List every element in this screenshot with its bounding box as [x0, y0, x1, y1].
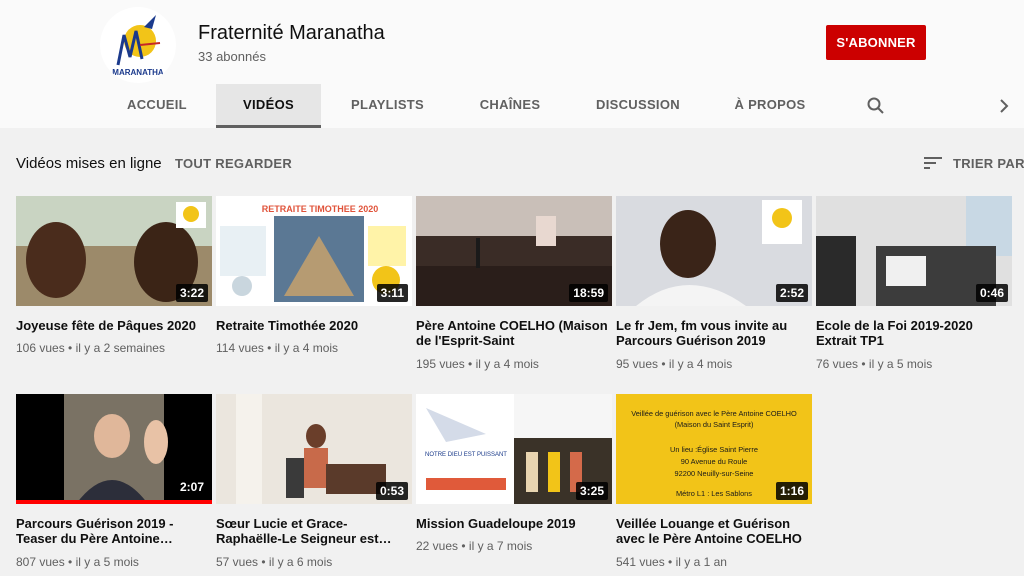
video-age: il y a 5 mois	[868, 357, 933, 371]
video-views: 106 vues	[16, 341, 65, 355]
svg-text:Un lieu :Église Saint Pierre: Un lieu :Église Saint Pierre	[670, 445, 758, 454]
svg-text:Métro L1 : Les Sablons: Métro L1 : Les Sablons	[676, 489, 752, 498]
video-title[interactable]: Père Antoine COELHO (Maison de l'Esprit-…	[416, 318, 612, 348]
video-title[interactable]: Parcours Guérison 2019 - Teaser du Père …	[16, 516, 212, 546]
video-thumbnail[interactable]: 2:07	[16, 394, 212, 504]
video-duration: 0:53	[375, 482, 408, 500]
video-age: il y a 5 mois	[75, 555, 139, 569]
video-duration: 3:25	[575, 482, 608, 500]
svg-text:NOTRE DIEU EST PUISSANT: NOTRE DIEU EST PUISSANT	[425, 452, 507, 458]
search-icon[interactable]	[866, 96, 886, 116]
video-views: 76 vues	[816, 357, 859, 371]
channel-name: Fraternité Maranatha	[198, 22, 385, 44]
channel-avatar[interactable]: MARANATHA	[100, 7, 176, 83]
video-meta: 95 vues • il y a 4 mois	[616, 357, 733, 371]
video-views: 195 vues	[416, 357, 465, 371]
channel-header: MARANATHA Fraternité Maranatha 33 abonné…	[0, 0, 1024, 128]
chevron-right-icon[interactable]	[994, 96, 1014, 116]
svg-text:MARANATHA: MARANATHA	[112, 68, 164, 77]
channel-tabs: ACCUEIL VIDÉOS PLAYLISTS CHAÎNES DISCUSS…	[0, 84, 1024, 128]
subscriber-count: 33 abonnés	[198, 49, 266, 64]
uploads-section-bar: Vidéos mises en ligne TOUT REGARDER TRIE…	[0, 150, 1024, 176]
video-views: 114 vues	[216, 341, 264, 355]
video-duration: 3:22	[175, 284, 208, 302]
video-thumbnail[interactable]: 18:59	[416, 196, 612, 306]
watch-progress-bar	[16, 500, 212, 504]
svg-text:Veillée de guérison avec le Pè: Veillée de guérison avec le Père Antoine…	[631, 409, 797, 418]
video-title[interactable]: Veillée Louange et Guérison avec le Père…	[616, 516, 812, 546]
video-thumbnail[interactable]: 2:52	[616, 196, 812, 306]
section-title: Vidéos mises en ligne	[16, 155, 162, 172]
video-views: 807 vues	[16, 555, 65, 569]
video-title[interactable]: Mission Guadeloupe 2019	[416, 516, 612, 531]
sort-label: TRIER PAR	[953, 156, 1024, 171]
video-title[interactable]: Sœur Lucie et Grace-Raphaëlle-Le Seigneu…	[216, 516, 412, 546]
video-duration: 1:16	[775, 482, 808, 500]
video-meta: 106 vues • il y a 2 semaines	[16, 341, 165, 355]
video-meta: 195 vues • il y a 4 mois	[416, 357, 539, 371]
video-thumbnail[interactable]: 3:22	[16, 196, 212, 306]
video-duration: 2:07	[175, 478, 208, 496]
video-meta: 22 vues • il y a 7 mois	[416, 539, 533, 553]
video-thumbnail[interactable]: RETRAITE TIMOTHEE 2020 3:11	[216, 196, 412, 306]
tab-chaines[interactable]: CHAÎNES	[466, 84, 554, 128]
video-meta: 541 vues • il y a 1 an	[616, 555, 727, 569]
video-age: il y a 6 mois	[268, 555, 333, 569]
svg-text:90 Avenue du Roule: 90 Avenue du Roule	[681, 457, 747, 466]
svg-text:(Maison du Saint Esprit): (Maison du Saint Esprit)	[675, 420, 754, 429]
video-age: il y a 1 an	[675, 555, 727, 569]
video-views: 57 vues	[216, 555, 259, 569]
tab-accueil[interactable]: ACCUEIL	[112, 84, 202, 128]
svg-text:92200 Neuilly-sur-Seine: 92200 Neuilly-sur-Seine	[675, 469, 754, 478]
video-views: 22 vues	[416, 539, 459, 553]
tab-playlists[interactable]: PLAYLISTS	[340, 84, 435, 128]
video-meta: 807 vues • il y a 5 mois	[16, 555, 139, 569]
video-thumbnail[interactable]: NOTRE DIEU EST PUISSANT 3:25	[416, 394, 612, 504]
video-title[interactable]: Joyeuse fête de Pâques 2020	[16, 318, 212, 333]
video-duration: 2:52	[775, 284, 808, 302]
sort-icon	[924, 157, 942, 169]
sort-button[interactable]: TRIER PAR	[922, 153, 1024, 173]
video-views: 95 vues	[616, 357, 659, 371]
video-meta: 57 vues • il y a 6 mois	[216, 555, 333, 569]
video-thumbnail[interactable]: Veillée de guérison avec le Père Antoine…	[616, 394, 812, 504]
video-duration: 3:11	[376, 284, 408, 302]
tab-a-propos[interactable]: À PROPOS	[722, 84, 818, 128]
video-age: il y a 7 mois	[468, 539, 533, 553]
video-duration: 0:46	[975, 284, 1008, 302]
tab-discussion[interactable]: DISCUSSION	[586, 84, 690, 128]
tab-videos[interactable]: VIDÉOS	[216, 84, 321, 128]
video-thumbnail[interactable]: 0:46	[816, 196, 1012, 306]
video-age: il y a 4 mois	[475, 357, 539, 371]
video-age: il y a 4 mois	[668, 357, 733, 371]
video-age: il y a 2 semaines	[75, 341, 165, 355]
maranatha-logo: MARANATHA	[101, 8, 175, 82]
video-title[interactable]: Ecole de la Foi 2019-2020 Extrait TP1	[816, 318, 1012, 348]
video-duration: 18:59	[569, 284, 608, 302]
video-meta: 114 vues • il y a 4 mois	[216, 341, 339, 355]
video-views: 541 vues	[616, 555, 665, 569]
svg-text:RETRAITE TIMOTHEE 2020: RETRAITE TIMOTHEE 2020	[262, 204, 379, 214]
play-all-link[interactable]: TOUT REGARDER	[175, 156, 292, 171]
video-age: il y a 4 mois	[274, 341, 339, 355]
video-title[interactable]: Retraite Timothée 2020	[216, 318, 412, 333]
video-thumbnail[interactable]: 0:53	[216, 394, 412, 504]
video-meta: 76 vues • il y a 5 mois	[816, 357, 933, 371]
subscribe-button[interactable]: S'ABONNER	[826, 25, 926, 60]
video-title[interactable]: Le fr Jem, fm vous invite au Parcours Gu…	[616, 318, 812, 348]
